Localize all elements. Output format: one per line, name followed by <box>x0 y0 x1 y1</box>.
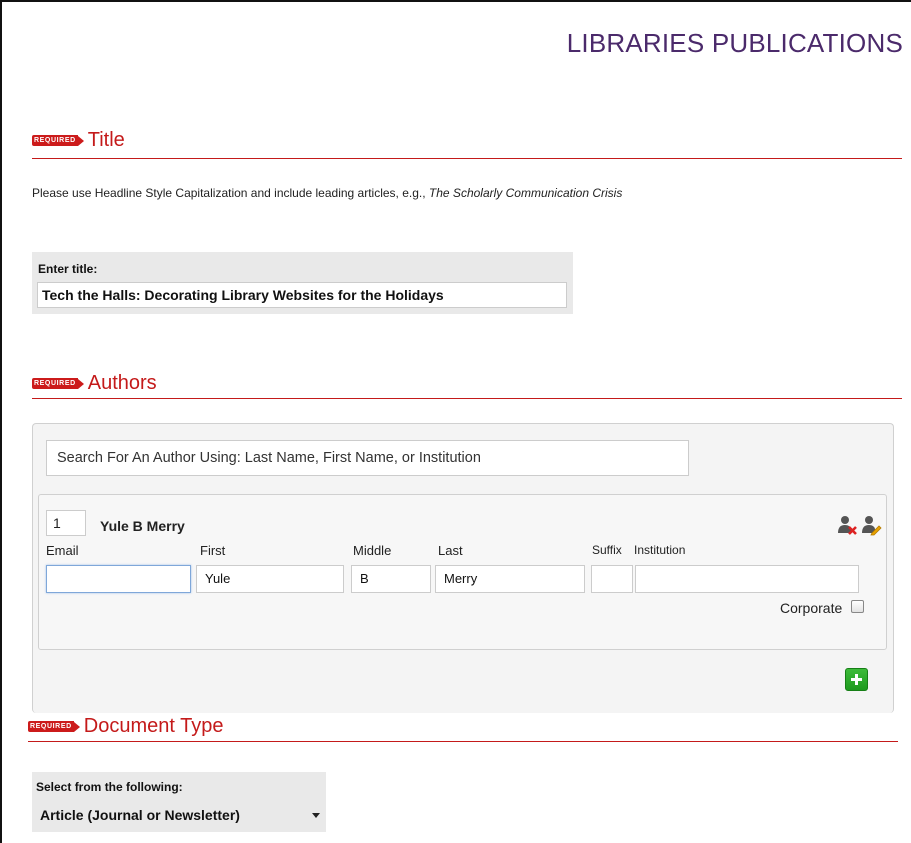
author-display-name: Yule B Merry <box>100 518 185 534</box>
chevron-down-icon <box>312 812 320 818</box>
title-section-label: Title <box>87 129 125 151</box>
suffix-field[interactable] <box>591 565 633 593</box>
authors-divider <box>32 398 902 399</box>
authors-section-header: REQUIRED Authors <box>32 372 157 395</box>
institution-label: Institution <box>634 543 686 557</box>
middle-name-label: Middle <box>353 543 392 558</box>
first-name-label: First <box>200 543 226 558</box>
required-badge: REQUIRED <box>32 378 84 389</box>
last-name-label: Last <box>438 543 463 558</box>
title-input-label: Enter title: <box>38 262 98 276</box>
email-field[interactable] <box>46 565 191 593</box>
corporate-checkbox[interactable] <box>851 600 864 613</box>
doctype-divider <box>28 741 898 742</box>
doctype-select[interactable]: Article (Journal or Newsletter) <box>36 802 328 828</box>
email-label: Email <box>46 543 79 558</box>
institution-field[interactable] <box>635 565 859 593</box>
suffix-label: Suffix <box>592 543 622 557</box>
remove-author-icon[interactable] <box>836 514 858 536</box>
last-name-field[interactable]: Merry <box>435 565 585 593</box>
required-badge: REQUIRED <box>28 721 80 732</box>
title-help-text: Please use Headline Style Capitalization… <box>32 186 623 200</box>
title-divider <box>32 158 902 159</box>
author-search-input[interactable]: Search For An Author Using: Last Name, F… <box>46 440 689 476</box>
doctype-selected-value: Article (Journal or Newsletter) <box>40 807 240 823</box>
author-order-input[interactable]: 1 <box>46 510 86 536</box>
authors-section-label: Authors <box>87 372 157 394</box>
middle-name-field[interactable]: B <box>351 565 431 593</box>
doctype-section-header: REQUIRED Document Type <box>28 715 223 738</box>
corporate-label: Corporate <box>780 600 843 616</box>
doctype-section-label: Document Type <box>83 715 224 737</box>
doctype-select-label: Select from the following: <box>36 780 183 794</box>
title-input[interactable]: Tech the Halls: Decorating Library Websi… <box>37 282 567 308</box>
required-badge: REQUIRED <box>32 135 84 146</box>
edit-author-icon[interactable] <box>860 514 882 536</box>
add-author-icon[interactable] <box>845 668 868 691</box>
page-title: LIBRARIES PUBLICATIONS <box>566 28 903 58</box>
title-section-header: REQUIRED Title <box>32 129 125 152</box>
first-name-field[interactable]: Yule <box>196 565 344 593</box>
